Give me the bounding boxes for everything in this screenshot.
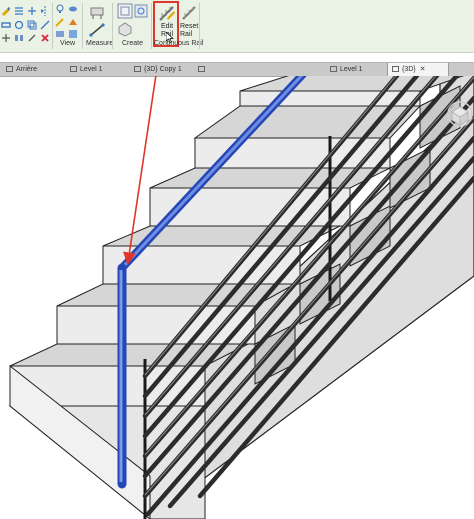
ribbon-separator bbox=[199, 3, 200, 49]
tab-arriere[interactable]: Arrière bbox=[2, 63, 68, 76]
tab-label: Level 1 bbox=[80, 66, 103, 73]
delete-icon[interactable] bbox=[40, 33, 50, 43]
rotate-icon[interactable] bbox=[14, 20, 24, 30]
reset-rail-icon bbox=[182, 6, 196, 20]
tab-level-1[interactable]: Level 1 bbox=[66, 63, 132, 76]
move-icon[interactable] bbox=[27, 6, 37, 16]
dimension-icon bbox=[89, 23, 105, 37]
measure-group-label: Measure bbox=[86, 40, 114, 47]
ribbon-separator bbox=[82, 3, 83, 49]
view-tab-bar: Arrière Level 1 {3D} Copy 1 Level 1 {3D}… bbox=[0, 62, 474, 77]
hide-icon[interactable] bbox=[55, 29, 65, 39]
group-icon bbox=[134, 4, 148, 18]
override-icon[interactable] bbox=[68, 17, 78, 27]
paint-icon[interactable] bbox=[1, 6, 11, 16]
staircase-model bbox=[8, 76, 474, 519]
part-icon bbox=[118, 22, 132, 37]
lightbulb-icon[interactable] bbox=[55, 4, 65, 14]
ribbon: View Measure Create Edit Rail bbox=[0, 0, 474, 53]
3d-view-icon bbox=[392, 66, 399, 72]
pen-icon[interactable] bbox=[55, 17, 65, 27]
view-group-label: View bbox=[60, 40, 76, 47]
trim-icon[interactable] bbox=[40, 20, 50, 30]
measure-icon bbox=[90, 7, 104, 19]
close-tab-icon[interactable]: ✕ bbox=[420, 63, 426, 76]
tab-label: {3D} bbox=[402, 66, 416, 73]
ribbon-separator bbox=[151, 3, 152, 49]
mirror-icon[interactable] bbox=[40, 6, 50, 16]
3d-view-icon bbox=[134, 66, 141, 72]
tab-3d-copy-1[interactable]: {3D} Copy 1 bbox=[130, 63, 196, 76]
tab-label: Level 1 bbox=[340, 66, 363, 73]
tab-label: Arrière bbox=[16, 66, 38, 73]
tab-view[interactable] bbox=[194, 63, 260, 76]
ribbon-separator bbox=[112, 3, 113, 49]
copy-icon[interactable] bbox=[27, 20, 37, 30]
tab-3d[interactable]: {3D} ✕ bbox=[387, 63, 449, 76]
plan-view-icon bbox=[330, 66, 337, 72]
sheet-view-icon bbox=[198, 66, 205, 72]
array-icon[interactable] bbox=[14, 33, 24, 43]
tab-label: {3D} Copy 1 bbox=[144, 66, 182, 73]
3d-viewport[interactable] bbox=[0, 76, 474, 519]
align-icon[interactable] bbox=[14, 6, 24, 16]
continuous-rail-group-label: Continuous Rail bbox=[154, 40, 204, 47]
plan-view-icon bbox=[70, 66, 77, 72]
split-icon[interactable] bbox=[1, 33, 11, 43]
create-group-label: Create bbox=[122, 40, 144, 47]
visibility-icon[interactable] bbox=[68, 4, 78, 14]
color-icon[interactable] bbox=[68, 29, 78, 39]
ribbon-separator bbox=[52, 3, 53, 49]
tab-level-1-b[interactable]: Level 1 bbox=[326, 63, 388, 76]
elevation-view-icon bbox=[6, 66, 13, 72]
scale-icon[interactable] bbox=[27, 33, 37, 43]
link-icon[interactable] bbox=[1, 20, 11, 30]
create-icon bbox=[117, 3, 133, 19]
